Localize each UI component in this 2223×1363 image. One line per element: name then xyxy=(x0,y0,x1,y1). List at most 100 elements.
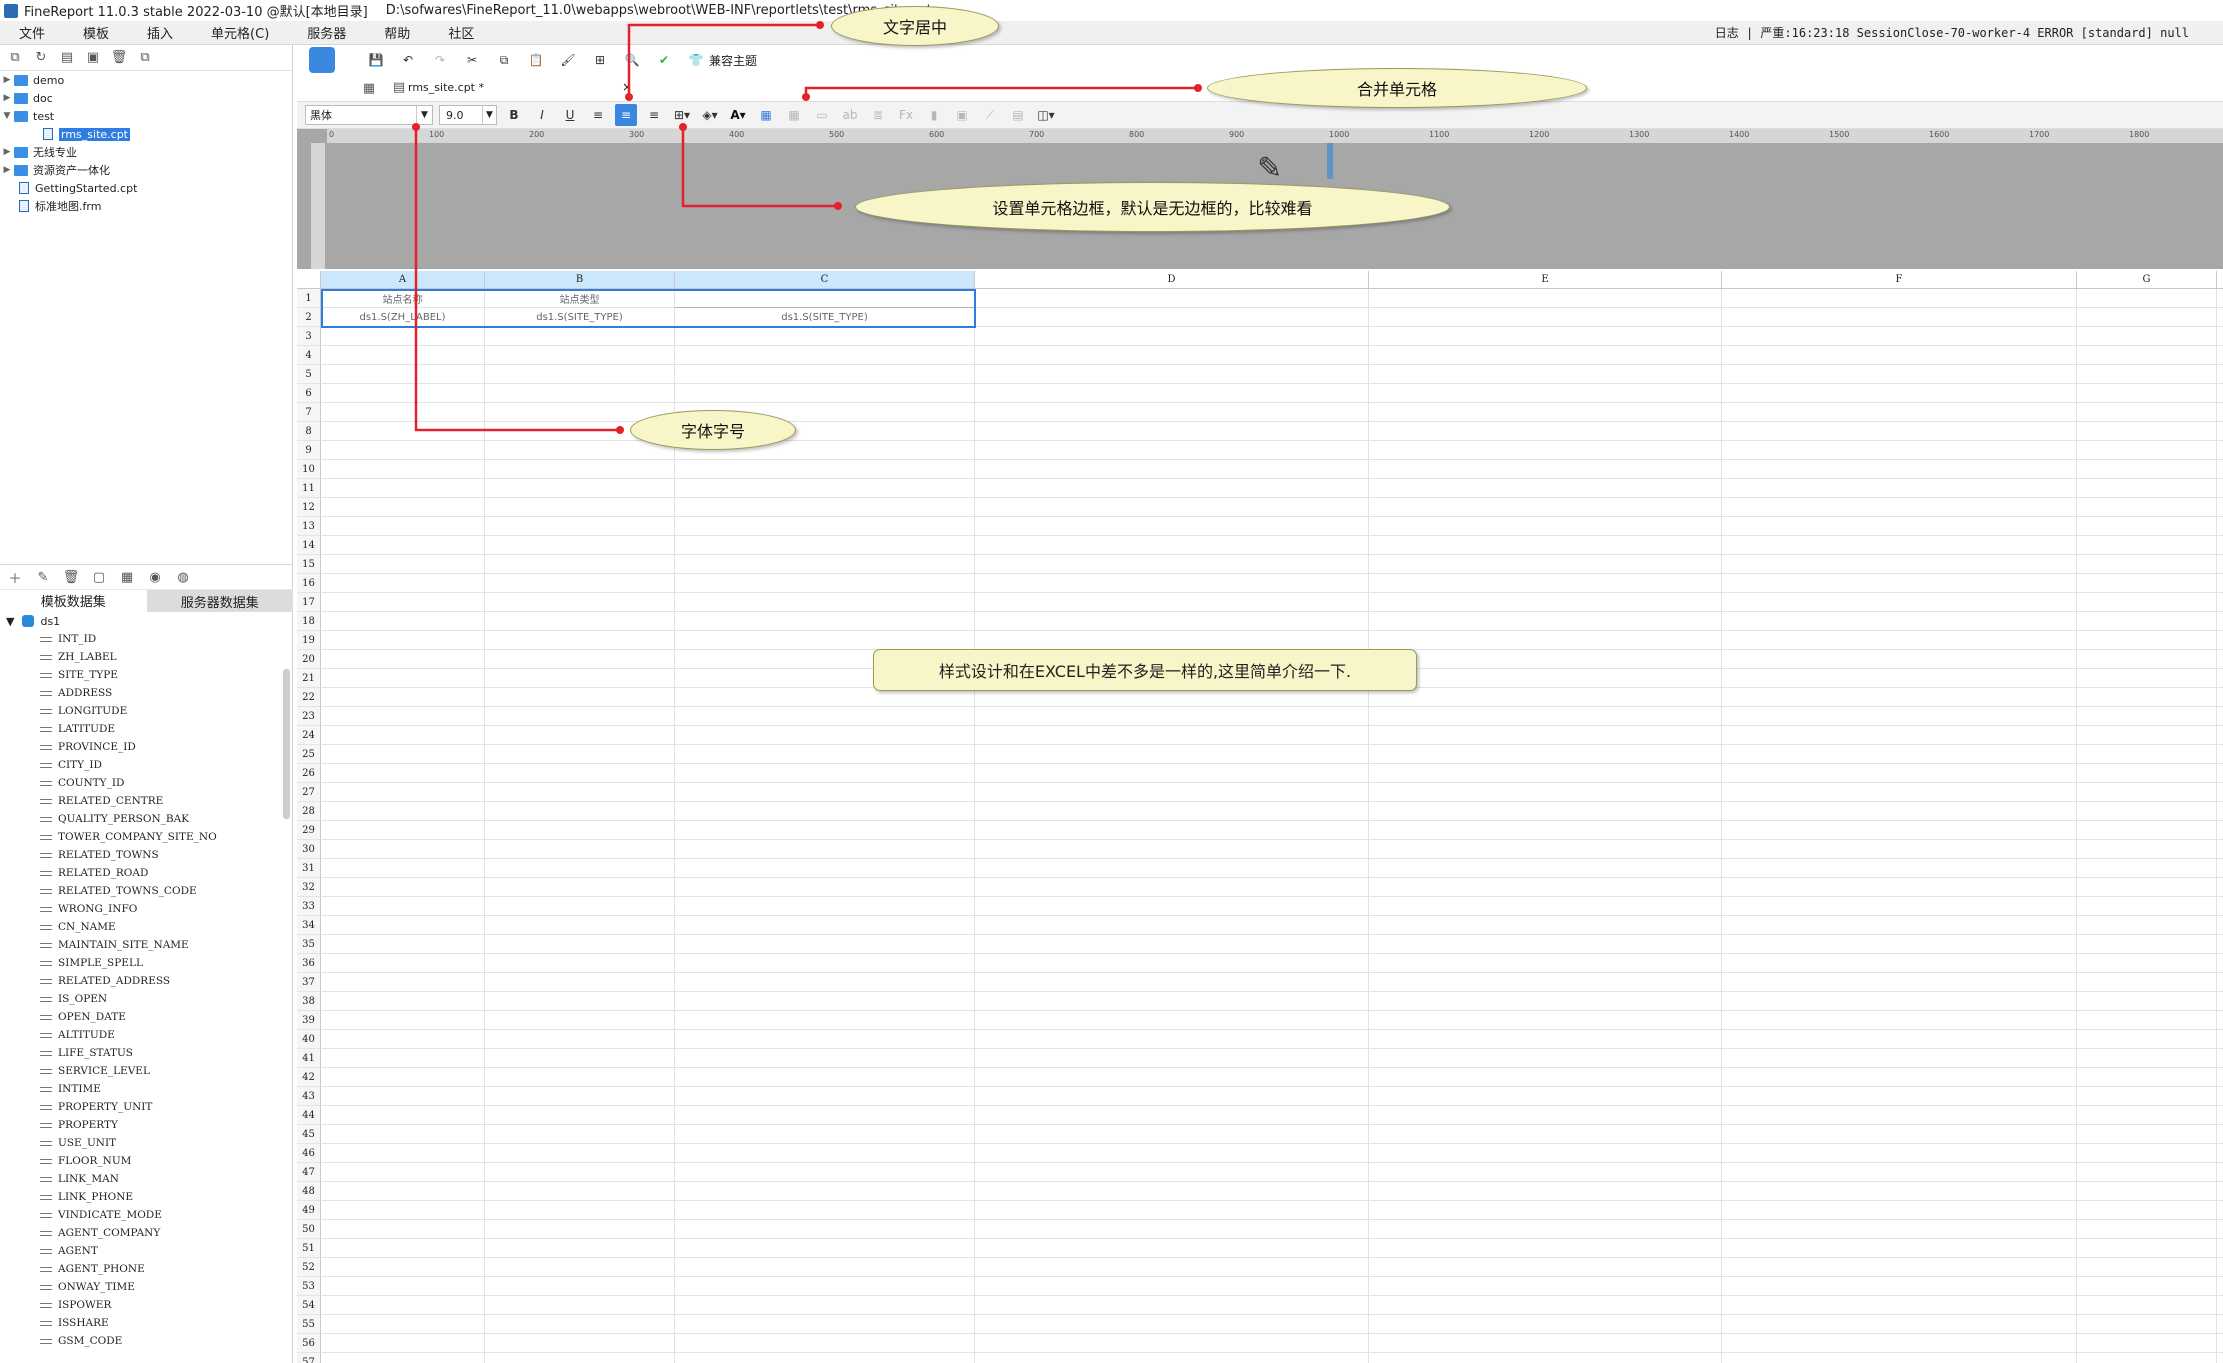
grid-cell[interactable] xyxy=(321,536,485,555)
grid-cell[interactable] xyxy=(485,574,675,593)
grid-cell[interactable] xyxy=(675,631,975,650)
tree-folder-test[interactable]: ▼ test xyxy=(0,107,292,125)
grid-cell[interactable] xyxy=(675,327,975,346)
row-header[interactable]: 5 xyxy=(297,365,321,384)
grid-cell[interactable] xyxy=(2217,536,2223,555)
grid-cell[interactable] xyxy=(675,1277,975,1296)
grid-cell[interactable] xyxy=(1369,1239,1722,1258)
grid-cell[interactable] xyxy=(1722,726,2077,745)
grid-cell[interactable] xyxy=(485,745,675,764)
grid-cell[interactable] xyxy=(2217,441,2223,460)
grid-cell[interactable] xyxy=(2217,821,2223,840)
grid-cell[interactable] xyxy=(1722,479,2077,498)
grid-cell[interactable] xyxy=(675,1163,975,1182)
row-header[interactable]: 8 xyxy=(297,422,321,441)
grid-cell[interactable] xyxy=(2077,365,2217,384)
grid-cell[interactable] xyxy=(1722,1277,2077,1296)
grid-cell[interactable] xyxy=(321,935,485,954)
row-header[interactable]: 24 xyxy=(297,726,321,745)
align-right-icon[interactable]: ≡ xyxy=(643,104,665,126)
grid-cell[interactable] xyxy=(675,1220,975,1239)
grid-cell[interactable] xyxy=(975,1277,1369,1296)
align-center-icon[interactable]: ≡ xyxy=(615,104,637,126)
grid-cell[interactable] xyxy=(1722,1315,2077,1334)
grid-cell[interactable] xyxy=(975,1296,1369,1315)
field-item[interactable]: CITY_ID xyxy=(0,756,293,774)
column-header[interactable]: D xyxy=(975,271,1369,289)
grid-cell[interactable] xyxy=(975,1106,1369,1125)
grid-cell[interactable] xyxy=(675,954,975,973)
field-item[interactable]: QUALITY_PERSON_BAK xyxy=(0,810,293,828)
grid-cell[interactable] xyxy=(2077,631,2217,650)
grid-cell[interactable] xyxy=(485,1163,675,1182)
row-header[interactable]: 46 xyxy=(297,1144,321,1163)
grid-cell[interactable] xyxy=(321,574,485,593)
grid-cell[interactable] xyxy=(321,1182,485,1201)
grid-cell[interactable] xyxy=(2217,1315,2223,1334)
grid-cell[interactable] xyxy=(1369,1201,1722,1220)
row-header[interactable]: 34 xyxy=(297,916,321,935)
grid-cell[interactable] xyxy=(1722,1220,2077,1239)
grid-cell[interactable] xyxy=(975,1163,1369,1182)
field-list-scrollbar[interactable] xyxy=(283,669,290,819)
grid-cell[interactable] xyxy=(485,555,675,574)
grid-cell[interactable] xyxy=(2077,821,2217,840)
grid-cell[interactable] xyxy=(1369,783,1722,802)
field-item[interactable]: SIMPLE_SPELL xyxy=(0,954,293,972)
grid-cell[interactable] xyxy=(1369,403,1722,422)
grid-cell[interactable] xyxy=(2077,954,2217,973)
grid-cell[interactable] xyxy=(321,365,485,384)
grid-cell[interactable] xyxy=(2077,650,2217,669)
grid-cell[interactable] xyxy=(2077,1182,2217,1201)
grid-cell[interactable] xyxy=(321,1296,485,1315)
field-item[interactable]: AGENT_COMPANY xyxy=(0,1224,293,1242)
grid-cell[interactable] xyxy=(485,783,675,802)
open-icon[interactable]: ▤ xyxy=(58,49,76,67)
grid-cell[interactable] xyxy=(1722,1106,2077,1125)
row-header[interactable]: 51 xyxy=(297,1239,321,1258)
grid-cell[interactable] xyxy=(2077,536,2217,555)
grid-cell[interactable] xyxy=(2077,479,2217,498)
grid-cell[interactable] xyxy=(975,726,1369,745)
field-item[interactable]: USE_UNIT xyxy=(0,1134,293,1152)
add-dataset-icon[interactable]: ＋ xyxy=(6,568,24,587)
field-item[interactable]: ZH_LABEL xyxy=(0,648,293,666)
row-header[interactable]: 50 xyxy=(297,1220,321,1239)
grid-cell[interactable] xyxy=(321,422,485,441)
grid-cell[interactable] xyxy=(2077,517,2217,536)
grid-cell[interactable] xyxy=(675,536,975,555)
grid-cell[interactable] xyxy=(675,1182,975,1201)
grid-cell[interactable] xyxy=(1369,821,1722,840)
field-item[interactable]: COUNTY_ID xyxy=(0,774,293,792)
grid-cell[interactable] xyxy=(1369,593,1722,612)
grid-cell[interactable] xyxy=(321,1315,485,1334)
grid-cell[interactable] xyxy=(975,365,1369,384)
row-header[interactable]: 10 xyxy=(297,460,321,479)
grid-cell[interactable] xyxy=(2077,1087,2217,1106)
tree-folder-wireless[interactable]: ▶ 无线专业 xyxy=(0,143,292,161)
grid-cell[interactable] xyxy=(1722,1182,2077,1201)
edit-icon[interactable]: ✎ xyxy=(34,568,52,586)
grid-cell[interactable] xyxy=(1722,517,2077,536)
grid-cell[interactable] xyxy=(485,1030,675,1049)
grid-cell[interactable] xyxy=(485,1353,675,1363)
copy-icon[interactable]: ⧉ xyxy=(136,49,154,67)
italic-button[interactable]: I xyxy=(531,104,553,126)
grid-cell[interactable] xyxy=(321,707,485,726)
grid-cell[interactable] xyxy=(321,612,485,631)
image-icon[interactable]: ▣ xyxy=(951,104,973,126)
grid-cell[interactable] xyxy=(485,1049,675,1068)
grid-cell[interactable] xyxy=(485,859,675,878)
grid-cell[interactable] xyxy=(2077,1125,2217,1144)
tab-rms-site[interactable]: ▤ rms_site.cpt * × xyxy=(378,75,638,101)
row-header[interactable]: 41 xyxy=(297,1049,321,1068)
field-item[interactable]: PROPERTY_UNIT xyxy=(0,1098,293,1116)
field-item[interactable]: AGENT_PHONE xyxy=(0,1260,293,1278)
grid-cell[interactable] xyxy=(975,441,1369,460)
grid-cell[interactable] xyxy=(1369,1030,1722,1049)
row-header[interactable]: 6 xyxy=(297,384,321,403)
row-header[interactable]: 25 xyxy=(297,745,321,764)
row-header[interactable]: 39 xyxy=(297,1011,321,1030)
grid-cell[interactable] xyxy=(2077,973,2217,992)
row-header[interactable]: 19 xyxy=(297,631,321,650)
